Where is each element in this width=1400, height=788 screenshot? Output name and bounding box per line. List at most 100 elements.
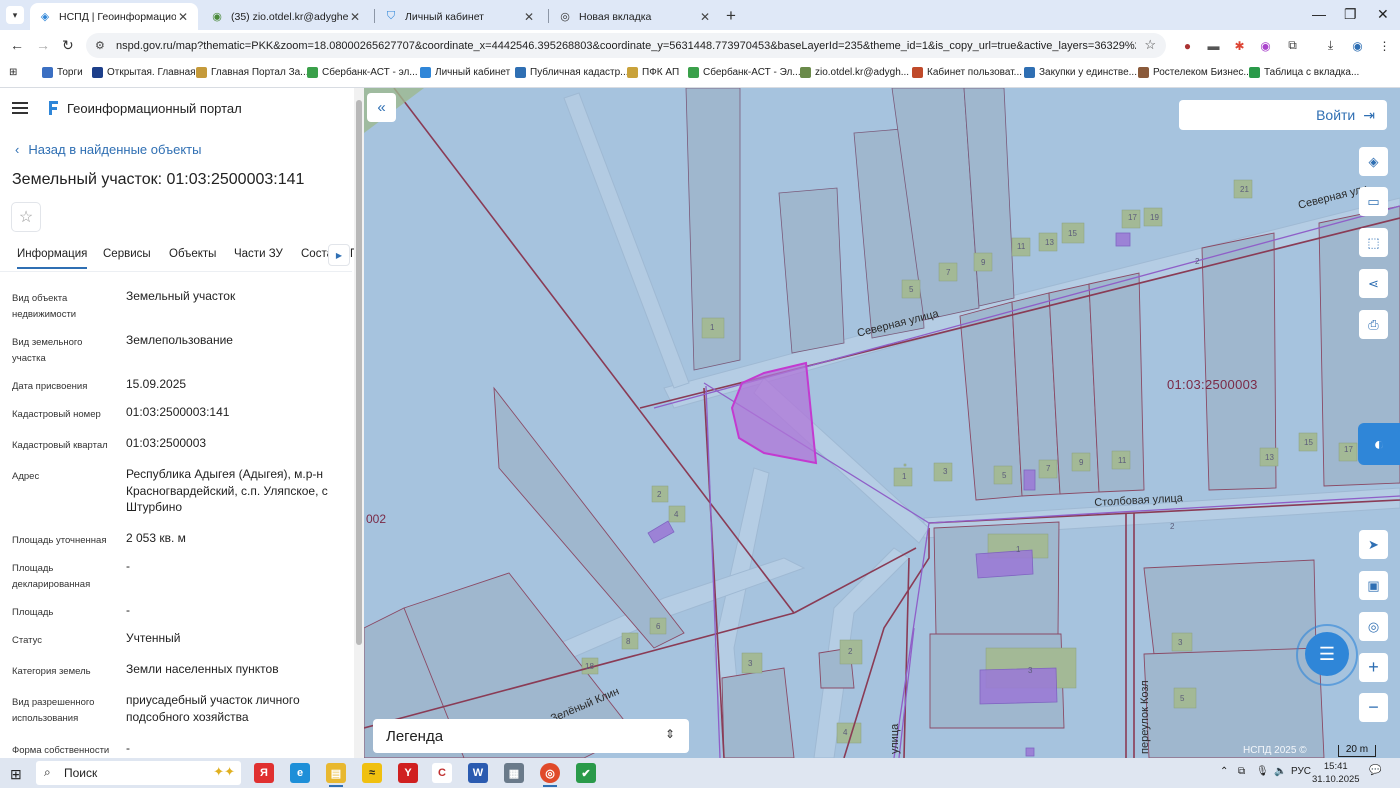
yandex-icon[interactable]: Y (398, 763, 418, 783)
yandex-browser-icon[interactable]: Я (254, 763, 274, 783)
zoom-out-button[interactable]: − (1359, 693, 1388, 722)
reload-icon[interactable]: ↻ (62, 37, 74, 54)
street-label: переулок Козл (1139, 680, 1151, 754)
layers-icon: ◈ (1368, 153, 1379, 169)
windows-taskbar: ⊞ ⌕ Поиск ✦✦ Я e ▤ ≈ Y C W ▦ ◎ ✔ ⌃ ⧉ 🎙 🔈… (0, 758, 1400, 788)
extension-icon[interactable]: ▬ (1206, 38, 1221, 53)
house-number: 15 (1304, 438, 1313, 447)
word-icon[interactable]: W (468, 763, 488, 783)
legend-button[interactable]: Легенда ⇕ (373, 719, 689, 753)
language-indicator[interactable]: РУС (1291, 766, 1311, 777)
chrome-icon[interactable]: ◎ (540, 763, 560, 783)
puzzle-icon[interactable]: ⧉ (1285, 38, 1300, 53)
locate-button[interactable]: ➤ (1359, 530, 1388, 559)
chat-button[interactable]: ☰ (1305, 632, 1349, 676)
mail-favicon-icon: ◉ (212, 11, 222, 23)
tab-cabinet[interactable]: ⛉ Личный кабинет ✕ (376, 3, 544, 30)
bookmark-item[interactable]: ПФК АП (627, 67, 679, 78)
clock[interactable]: 15:41 31.10.2025 (1312, 760, 1360, 786)
close-window-icon[interactable]: ✕ (1377, 6, 1389, 23)
bookmark-item[interactable]: Таблица с вкладка... (1249, 67, 1359, 78)
gis-assistant-button[interactable]: ◐ (1358, 423, 1400, 465)
login-button[interactable]: Войти ⇥ (1179, 100, 1387, 130)
share-button[interactable]: ⋖ (1359, 269, 1388, 298)
app-icon[interactable]: ▦ (504, 763, 524, 783)
new-tab-button[interactable]: + (726, 6, 736, 26)
hamburger-menu-icon[interactable] (12, 102, 28, 114)
shield-app-icon[interactable]: ✔ (576, 763, 596, 783)
back-icon[interactable]: ← (10, 37, 24, 53)
file-explorer-icon[interactable]: ▤ (326, 763, 346, 783)
bookmark-item[interactable]: Главная Портал За... (196, 67, 309, 78)
minimap-button[interactable]: ▣ (1359, 571, 1388, 600)
select-area-button[interactable]: ⬚ (1359, 228, 1388, 257)
windows-start-icon[interactable]: ⊞ (10, 766, 22, 783)
tab-nspd[interactable]: ◈ НСПД | Геоинформационны ✕ (30, 3, 198, 30)
house-number: 4 (843, 728, 848, 737)
tray-chevron-icon[interactable]: ⌃ (1220, 766, 1228, 777)
tab-parts[interactable]: Части ЗУ (234, 248, 283, 260)
measure-button[interactable]: ▭ (1359, 187, 1388, 216)
property-value: 01:03:2500003:141 (126, 405, 230, 419)
house-number: 21 (1240, 185, 1249, 194)
bookmark-item[interactable]: Публичная кадастр... (515, 67, 629, 78)
bookmark-item[interactable]: zio.otdel.kr@adygh... (800, 67, 909, 78)
bookmark-favicon-icon (800, 67, 811, 78)
close-tab-icon[interactable]: ✕ (522, 10, 536, 24)
download-icon[interactable]: ⤓ (1323, 38, 1338, 53)
structure (979, 667, 1058, 705)
close-tab-icon[interactable]: ✕ (176, 10, 190, 24)
tab-information[interactable]: Информация (17, 248, 88, 269)
minimize-icon[interactable]: — (1312, 6, 1326, 22)
extension-icon[interactable]: ● (1180, 38, 1195, 53)
zoom-in-button[interactable]: + (1359, 653, 1388, 682)
portal-logo-icon (49, 101, 58, 115)
print-button[interactable]: ⎙ (1359, 310, 1388, 339)
bookmark-item[interactable]: Сбербанк-АСТ - эл... (307, 67, 418, 78)
geolocation-button[interactable]: ◎ (1359, 612, 1388, 641)
edge-icon[interactable]: e (290, 763, 310, 783)
bookmark-favicon-icon (92, 67, 103, 78)
bookmark-item[interactable]: Сбербанк-АСТ - Эл... (688, 67, 801, 78)
notifications-icon[interactable]: 💬 (1369, 765, 1381, 776)
profile-icon[interactable]: ◉ (1350, 38, 1365, 53)
bookmark-item[interactable]: Ростелеком Бизнес... (1138, 67, 1252, 78)
app-icon[interactable]: ≈ (362, 763, 382, 783)
back-to-results-link[interactable]: ‹ Назад в найденные объекты (15, 142, 201, 157)
bookmark-item[interactable]: Личный кабинет (420, 67, 510, 78)
site-info-icon[interactable]: ⚙ (95, 39, 105, 52)
bookmark-item[interactable]: Закупки у единстве... (1024, 67, 1137, 78)
tab-objects[interactable]: Объекты (169, 248, 216, 260)
tray-app-icon[interactable]: ⧉ (1238, 766, 1245, 777)
layers-button[interactable]: ◈ (1359, 147, 1388, 176)
address-bar[interactable]: ⚙ nspd.gov.ru/map?thematic=PKK&zoom=18.0… (86, 33, 1166, 58)
cadastral-map[interactable]: 01:03:2500003 002 Северная улица Северна… (364, 88, 1400, 758)
tab-services[interactable]: Сервисы (103, 248, 151, 260)
microphone-icon[interactable]: 🎙 (1256, 766, 1269, 777)
extension-icon[interactable]: ✱ (1232, 38, 1247, 53)
panel-scrollbar-thumb[interactable] (356, 100, 362, 645)
tab-mail[interactable]: ◉ (35) zio.otdel.kr@adygheya.gov ✕ (202, 3, 370, 30)
property-label: Категория земель (12, 666, 91, 677)
house-number: 3 (748, 659, 753, 668)
collapse-panel-button[interactable]: « (367, 93, 396, 122)
close-tab-icon[interactable]: ✕ (348, 10, 362, 24)
tab-new[interactable]: ◎ Новая вкладка ✕ (550, 3, 720, 30)
close-tab-icon[interactable]: ✕ (698, 10, 712, 24)
bookmark-item[interactable]: Кабинет пользоват... (912, 67, 1022, 78)
bookmark-item[interactable]: Торги (42, 67, 83, 78)
apps-grid-icon[interactable]: ⊞ (9, 67, 17, 78)
taskbar-search[interactable]: ⌕ Поиск ✦✦ (36, 761, 241, 785)
bookmark-star-icon[interactable]: ☆ (1144, 37, 1156, 53)
extension-icon[interactable]: ◉ (1258, 38, 1273, 53)
bookmark-item[interactable]: Открытая. Главная (92, 67, 196, 78)
tab-label: НСПД | Геоинформационны (59, 10, 176, 23)
tabs-scroll-right-button[interactable]: ▶ (328, 244, 350, 266)
tab-search-button[interactable]: ▾ (6, 6, 24, 24)
menu-dots-icon[interactable]: ⋮ (1377, 38, 1392, 53)
volume-icon[interactable]: 🔈 (1274, 766, 1286, 777)
maximize-icon[interactable]: ❐ (1344, 6, 1357, 23)
favorite-star-button[interactable]: ☆ (11, 202, 41, 232)
forward-icon[interactable]: → (36, 37, 50, 53)
app-icon[interactable]: C (432, 763, 452, 783)
